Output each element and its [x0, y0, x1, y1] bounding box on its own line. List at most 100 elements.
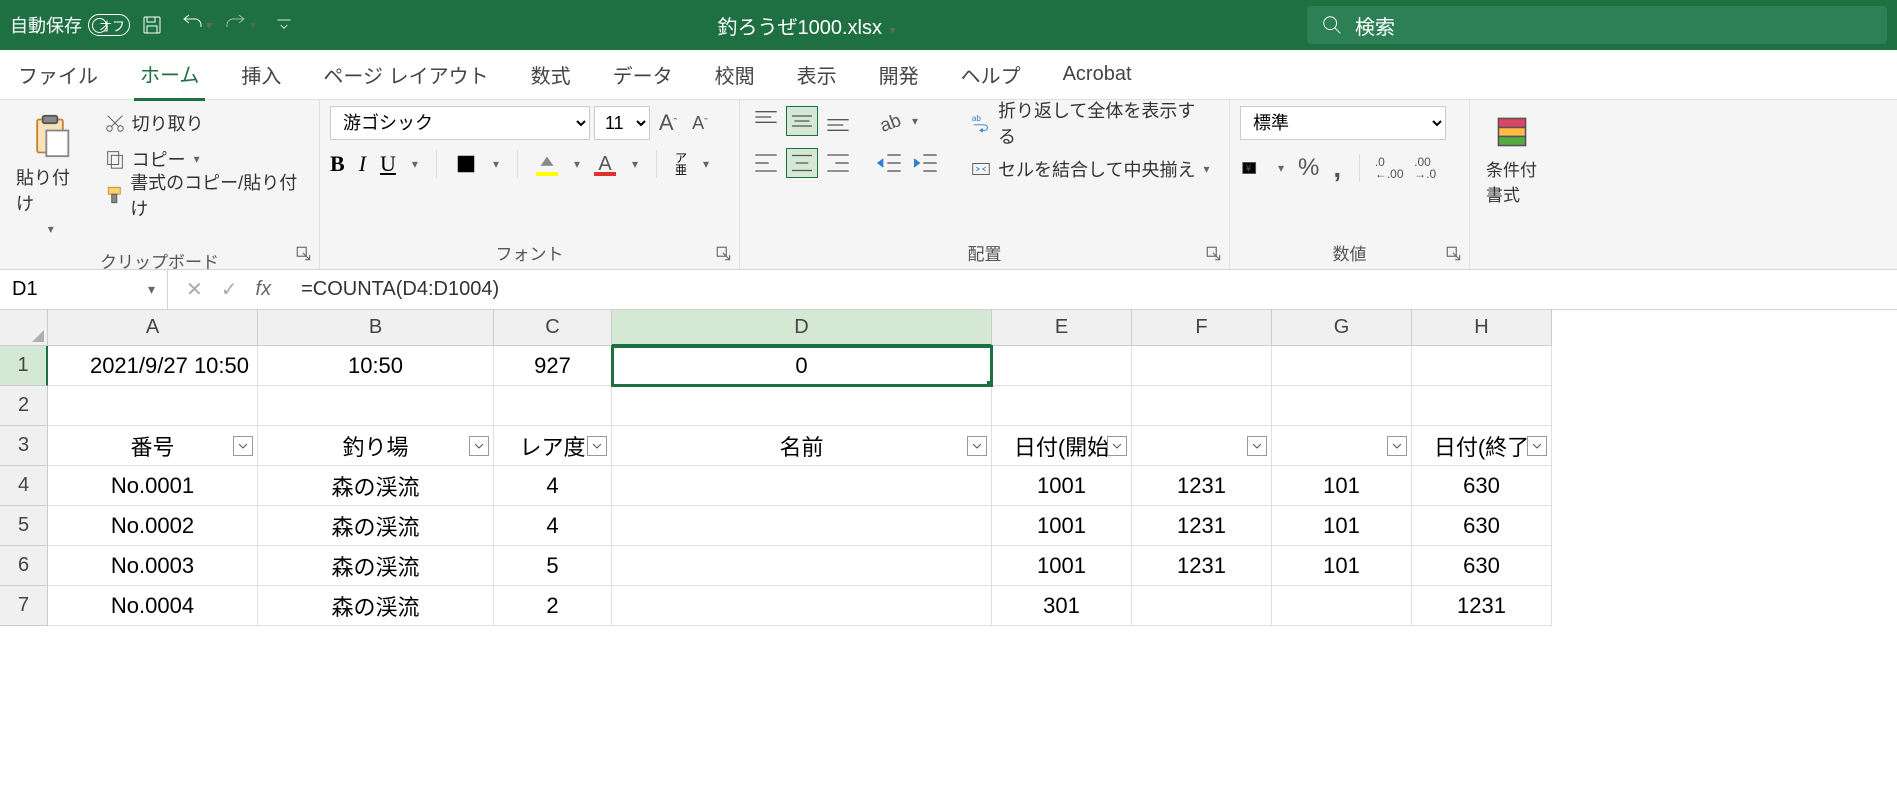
col-header-G[interactable]: G — [1272, 310, 1412, 346]
cell[interactable]: 630 — [1412, 546, 1552, 586]
select-all-corner[interactable] — [0, 310, 48, 346]
table-header[interactable]: 名前 — [612, 426, 992, 466]
cell[interactable] — [1132, 386, 1272, 426]
row-header-5[interactable]: 5 — [0, 506, 48, 546]
formula-input[interactable]: =COUNTA(D4:D1004) — [289, 278, 1897, 301]
cell[interactable] — [258, 386, 494, 426]
cell[interactable] — [612, 586, 992, 626]
cell[interactable]: 4 — [494, 506, 612, 546]
col-header-C[interactable]: C — [494, 310, 612, 346]
decrease-indent-button[interactable] — [874, 148, 906, 178]
cell[interactable] — [1412, 386, 1552, 426]
cell[interactable]: 630 — [1412, 466, 1552, 506]
enter-formula-button[interactable]: ✓ — [221, 277, 238, 302]
cell[interactable]: 1231 — [1132, 466, 1272, 506]
bold-button[interactable]: B — [330, 151, 345, 177]
cell[interactable] — [992, 386, 1132, 426]
tab-file[interactable]: ファイル — [12, 50, 104, 99]
cell[interactable]: 森の渓流 — [258, 466, 494, 506]
cell[interactable]: No.0004 — [48, 586, 258, 626]
phonetic-button[interactable]: ア 亜 — [675, 152, 687, 176]
tab-page-layout[interactable]: ページ レイアウト — [317, 50, 494, 99]
font-name-select[interactable]: 游ゴシック — [330, 106, 590, 140]
cell[interactable]: 森の渓流 — [258, 506, 494, 546]
tab-home[interactable]: ホーム — [134, 49, 205, 101]
increase-indent-button[interactable] — [910, 148, 942, 178]
cell[interactable] — [494, 386, 612, 426]
document-title[interactable]: 釣ろうぜ1000.xlsx ▾ — [306, 11, 1307, 40]
save-button[interactable] — [134, 7, 170, 43]
cell[interactable]: 101 — [1272, 466, 1412, 506]
cut-button[interactable]: 切り取り — [98, 106, 309, 140]
conditional-formatting-button[interactable]: 条件付 書式 — [1480, 106, 1543, 214]
row-header-6[interactable]: 6 — [0, 546, 48, 586]
cell[interactable]: 1231 — [1132, 546, 1272, 586]
search-box[interactable]: 検索 — [1307, 6, 1887, 44]
increase-decimal-button[interactable]: .0←.00 — [1378, 157, 1400, 179]
table-header[interactable]: 日付(終了 — [1412, 426, 1552, 466]
table-header[interactable]: レア度 — [494, 426, 612, 466]
autosave-toggle[interactable]: オフ — [88, 14, 130, 36]
dialog-launcher[interactable] — [1445, 245, 1463, 263]
cell[interactable] — [1272, 346, 1412, 386]
table-header[interactable]: 番号 — [48, 426, 258, 466]
wrap-text-button[interactable]: ab 折り返して全体を表示する — [964, 106, 1219, 140]
align-top-button[interactable] — [750, 106, 782, 136]
col-header-D[interactable]: D — [612, 310, 992, 346]
cell[interactable]: 1001 — [992, 546, 1132, 586]
cell[interactable]: 森の渓流 — [258, 586, 494, 626]
percent-button[interactable]: % — [1298, 154, 1319, 182]
align-right-button[interactable] — [822, 148, 854, 178]
cell[interactable] — [612, 466, 992, 506]
row-header-4[interactable]: 4 — [0, 466, 48, 506]
tab-data[interactable]: データ — [607, 50, 679, 99]
italic-button[interactable]: I — [359, 151, 366, 177]
col-header-H[interactable]: H — [1412, 310, 1552, 346]
cell[interactable]: No.0001 — [48, 466, 258, 506]
cell[interactable]: 1001 — [992, 466, 1132, 506]
borders-button[interactable] — [455, 153, 477, 175]
cell[interactable]: 5 — [494, 546, 612, 586]
cell[interactable] — [612, 546, 992, 586]
cell[interactable] — [1272, 586, 1412, 626]
cell[interactable]: 927 — [494, 346, 612, 386]
cell[interactable] — [1132, 586, 1272, 626]
cell[interactable]: 301 — [992, 586, 1132, 626]
dialog-launcher[interactable] — [295, 245, 313, 263]
cell[interactable]: 630 — [1412, 506, 1552, 546]
cell[interactable]: No.0002 — [48, 506, 258, 546]
cell[interactable] — [1412, 346, 1552, 386]
merge-center-button[interactable]: セルを結合して中央揃え▾ — [964, 152, 1219, 186]
filter-button[interactable] — [1527, 436, 1547, 456]
filter-button[interactable] — [1107, 436, 1127, 456]
align-left-button[interactable] — [750, 148, 782, 178]
tab-acrobat[interactable]: Acrobat — [1057, 53, 1138, 96]
redo-button[interactable]: ▾ — [222, 7, 258, 43]
cell[interactable]: 2 — [494, 586, 612, 626]
cancel-formula-button[interactable]: ✕ — [186, 277, 203, 302]
undo-button[interactable]: ▾ — [178, 7, 214, 43]
col-header-B[interactable]: B — [258, 310, 494, 346]
table-header[interactable]: 日付(開始 — [992, 426, 1132, 466]
increase-font-button[interactable]: Aˆ — [654, 112, 682, 134]
cell[interactable] — [1132, 346, 1272, 386]
fill-color-button[interactable] — [536, 153, 558, 175]
font-size-select[interactable]: 11 — [594, 106, 650, 140]
decrease-font-button[interactable]: Aˇ — [686, 112, 714, 134]
decrease-decimal-button[interactable]: .00→.0 — [1414, 157, 1436, 179]
filter-button[interactable] — [967, 436, 987, 456]
col-header-F[interactable]: F — [1132, 310, 1272, 346]
tab-view[interactable]: 表示 — [791, 50, 843, 99]
table-header[interactable]: 釣り場 — [258, 426, 494, 466]
filter-button[interactable] — [587, 436, 607, 456]
qat-customize-button[interactable] — [266, 7, 302, 43]
tab-developer[interactable]: 開発 — [873, 50, 925, 99]
cell[interactable]: 1231 — [1412, 586, 1552, 626]
table-header[interactable] — [1272, 426, 1412, 466]
row-header-1[interactable]: 1 — [0, 346, 48, 386]
cell[interactable]: No.0003 — [48, 546, 258, 586]
filter-button[interactable] — [1247, 436, 1267, 456]
cell[interactable] — [992, 346, 1132, 386]
row-header-2[interactable]: 2 — [0, 386, 48, 426]
row-header-7[interactable]: 7 — [0, 586, 48, 626]
